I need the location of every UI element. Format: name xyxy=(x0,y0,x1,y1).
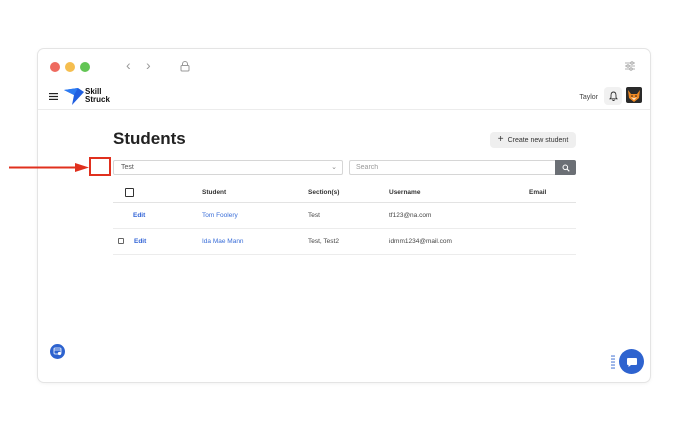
row-checkbox[interactable] xyxy=(118,238,124,244)
chat-icon xyxy=(626,357,637,367)
window-zoom-dot[interactable] xyxy=(80,62,90,72)
header-email[interactable]: Email xyxy=(529,189,546,196)
avatar[interactable] xyxy=(626,87,642,103)
brand-name[interactable]: Skill Struck xyxy=(85,88,110,104)
window-chrome: ‹ › xyxy=(38,49,650,82)
drag-grip-icon[interactable] xyxy=(611,355,615,369)
student-sections: Test xyxy=(308,212,320,219)
student-name-link[interactable]: Tom Foolery xyxy=(202,212,238,219)
bell-icon xyxy=(608,91,618,101)
edit-button-highlight xyxy=(89,157,111,176)
app-header: Skill Struck Taylor xyxy=(38,82,650,110)
notifications-button[interactable] xyxy=(604,87,622,105)
header-sections[interactable]: Section(s) xyxy=(308,189,339,196)
create-new-student-label: Create new student xyxy=(507,136,569,144)
accessibility-button[interactable] xyxy=(50,344,65,359)
table-row: Edit Tom Foolery Test tf123@na.com xyxy=(113,203,576,229)
page-title: Students xyxy=(113,129,186,148)
window-minimize-dot[interactable] xyxy=(65,62,75,72)
chevron-right-icon[interactable]: › xyxy=(146,58,151,72)
hamburger-icon[interactable] xyxy=(49,93,58,100)
header-student[interactable]: Student xyxy=(202,189,226,196)
skillstruck-logo[interactable] xyxy=(64,88,84,105)
fox-avatar xyxy=(626,87,642,103)
section-filter-select[interactable]: Test ⌄ xyxy=(113,160,343,175)
header-username[interactable]: Username xyxy=(389,189,420,196)
table-header: Student Section(s) Username Email xyxy=(113,183,576,203)
edit-button[interactable]: Edit xyxy=(133,212,145,219)
search-button[interactable] xyxy=(555,160,576,175)
search-icon xyxy=(562,164,570,172)
chevron-left-icon[interactable]: ‹ xyxy=(126,58,131,72)
plus-icon: + xyxy=(497,134,504,145)
create-new-student-button[interactable]: + Create new student xyxy=(490,132,576,148)
window-close-dot[interactable] xyxy=(50,62,60,72)
student-sections: Test, Test2 xyxy=(308,238,339,245)
chevron-down-icon: ⌄ xyxy=(331,164,337,171)
section-filter-value: Test xyxy=(121,164,134,171)
browser-window: ‹ › Skill Struck Taylor Students + Creat… xyxy=(38,49,650,382)
student-username: idmm1234@mail.com xyxy=(389,238,452,245)
search-input[interactable] xyxy=(349,160,555,175)
chat-button[interactable] xyxy=(619,349,644,374)
lock-icon xyxy=(180,61,190,72)
brand-name-line2: Struck xyxy=(85,95,110,104)
accessibility-icon xyxy=(53,347,62,356)
user-name[interactable]: Taylor xyxy=(579,94,598,101)
student-username: tf123@na.com xyxy=(389,212,432,219)
sliders-icon[interactable] xyxy=(624,60,636,72)
select-all-checkbox[interactable] xyxy=(125,188,134,197)
edit-button[interactable]: Edit xyxy=(134,238,146,245)
table-row: Edit Ida Mae Mann Test, Test2 idmm1234@m… xyxy=(113,229,576,255)
arrow-annotation-icon xyxy=(9,163,89,172)
student-name-link[interactable]: Ida Mae Mann xyxy=(202,238,244,245)
